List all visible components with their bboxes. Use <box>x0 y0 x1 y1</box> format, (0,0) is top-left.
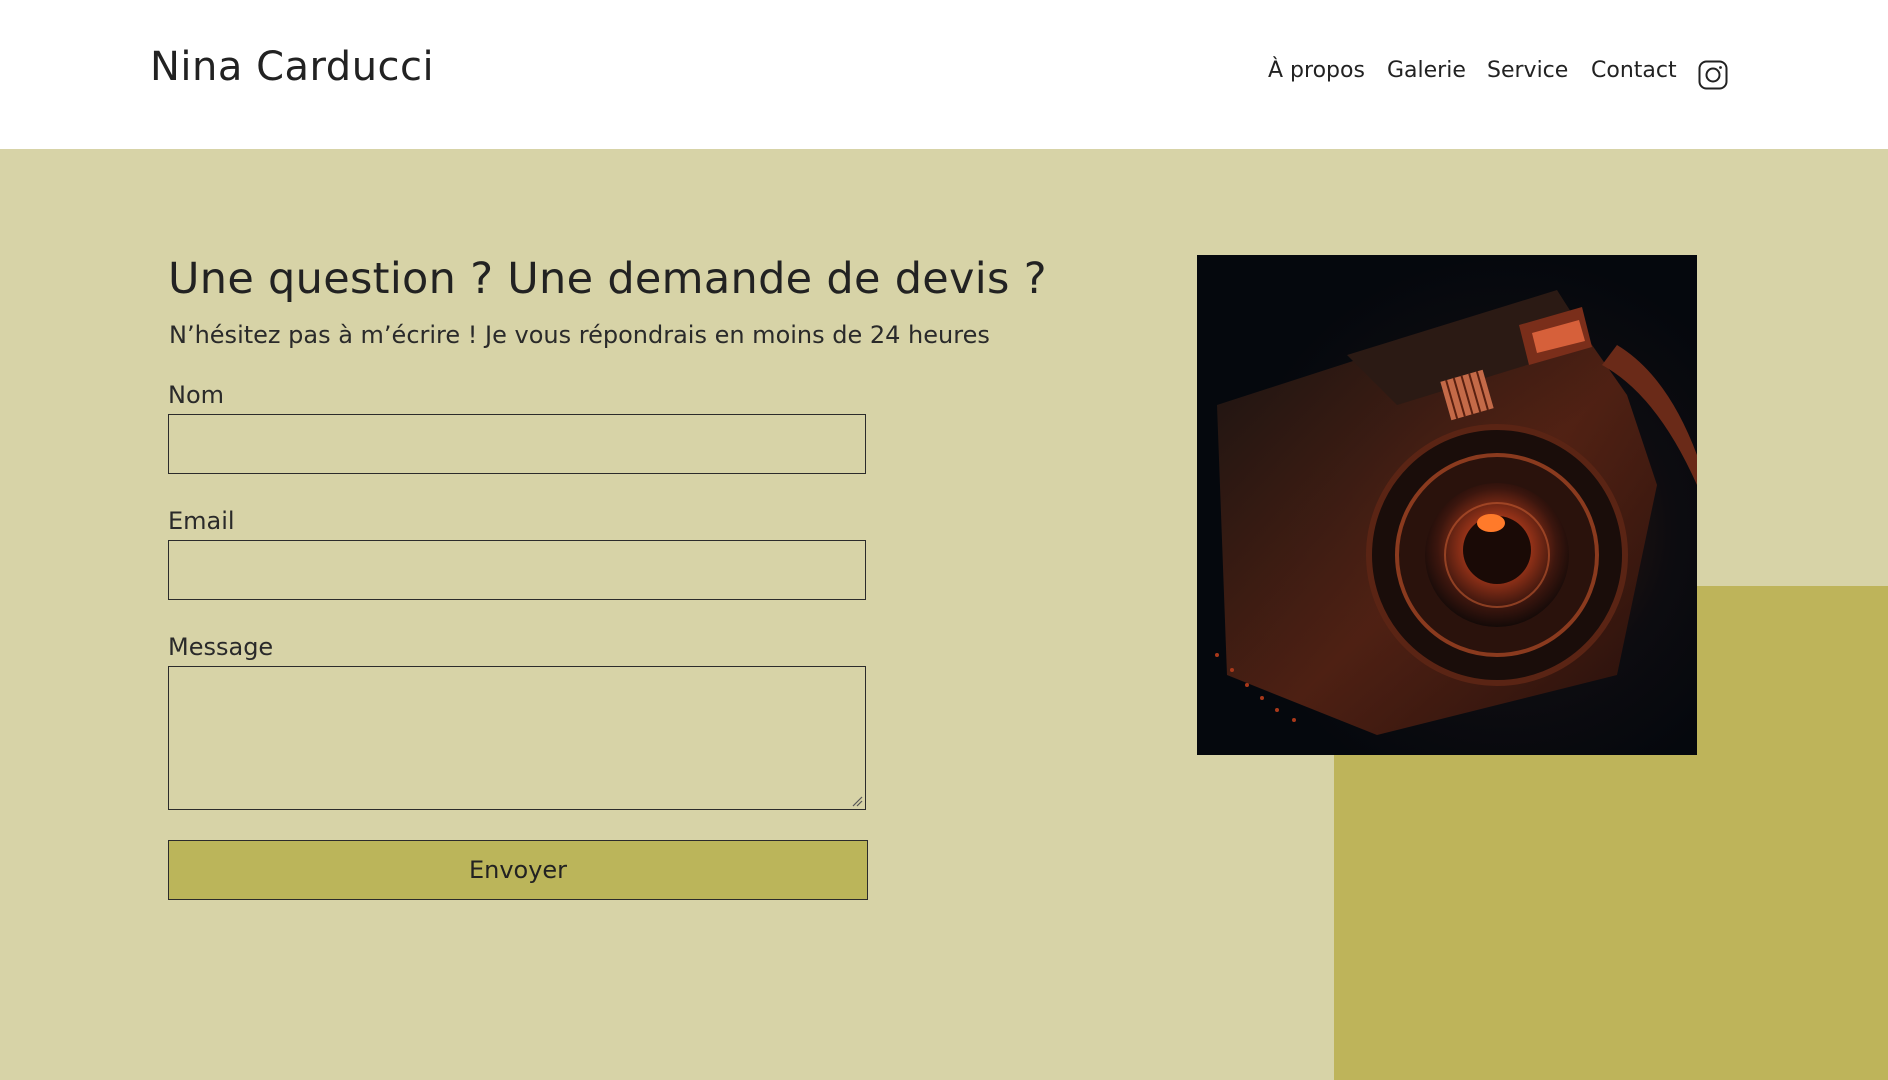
main-nav: À propos Galerie Service Contact <box>0 58 1888 88</box>
contact-title: Une question ? Une demande de devis ? <box>168 254 1047 304</box>
resize-handle-icon[interactable] <box>851 795 863 807</box>
contact-subtitle: N’hésitez pas à m’écrire ! Je vous répon… <box>169 321 990 349</box>
message-field[interactable] <box>168 666 866 810</box>
instagram-icon[interactable] <box>1698 60 1728 90</box>
email-field[interactable] <box>168 540 866 600</box>
nav-link-contact[interactable]: Contact <box>1591 58 1677 83</box>
camera-photo <box>1197 255 1697 755</box>
nav-link-service[interactable]: Service <box>1487 58 1568 83</box>
submit-button[interactable]: Envoyer <box>168 840 868 900</box>
nav-link-galerie[interactable]: Galerie <box>1387 58 1466 83</box>
camera-illustration <box>1197 255 1697 755</box>
nav-link-a-propos[interactable]: À propos <box>1268 58 1365 83</box>
email-label: Email <box>168 507 235 535</box>
message-label: Message <box>168 633 274 661</box>
name-label: Nom <box>168 381 225 409</box>
name-field[interactable] <box>168 414 866 474</box>
site-header: Nina Carducci À propos Galerie Service C… <box>0 0 1888 149</box>
